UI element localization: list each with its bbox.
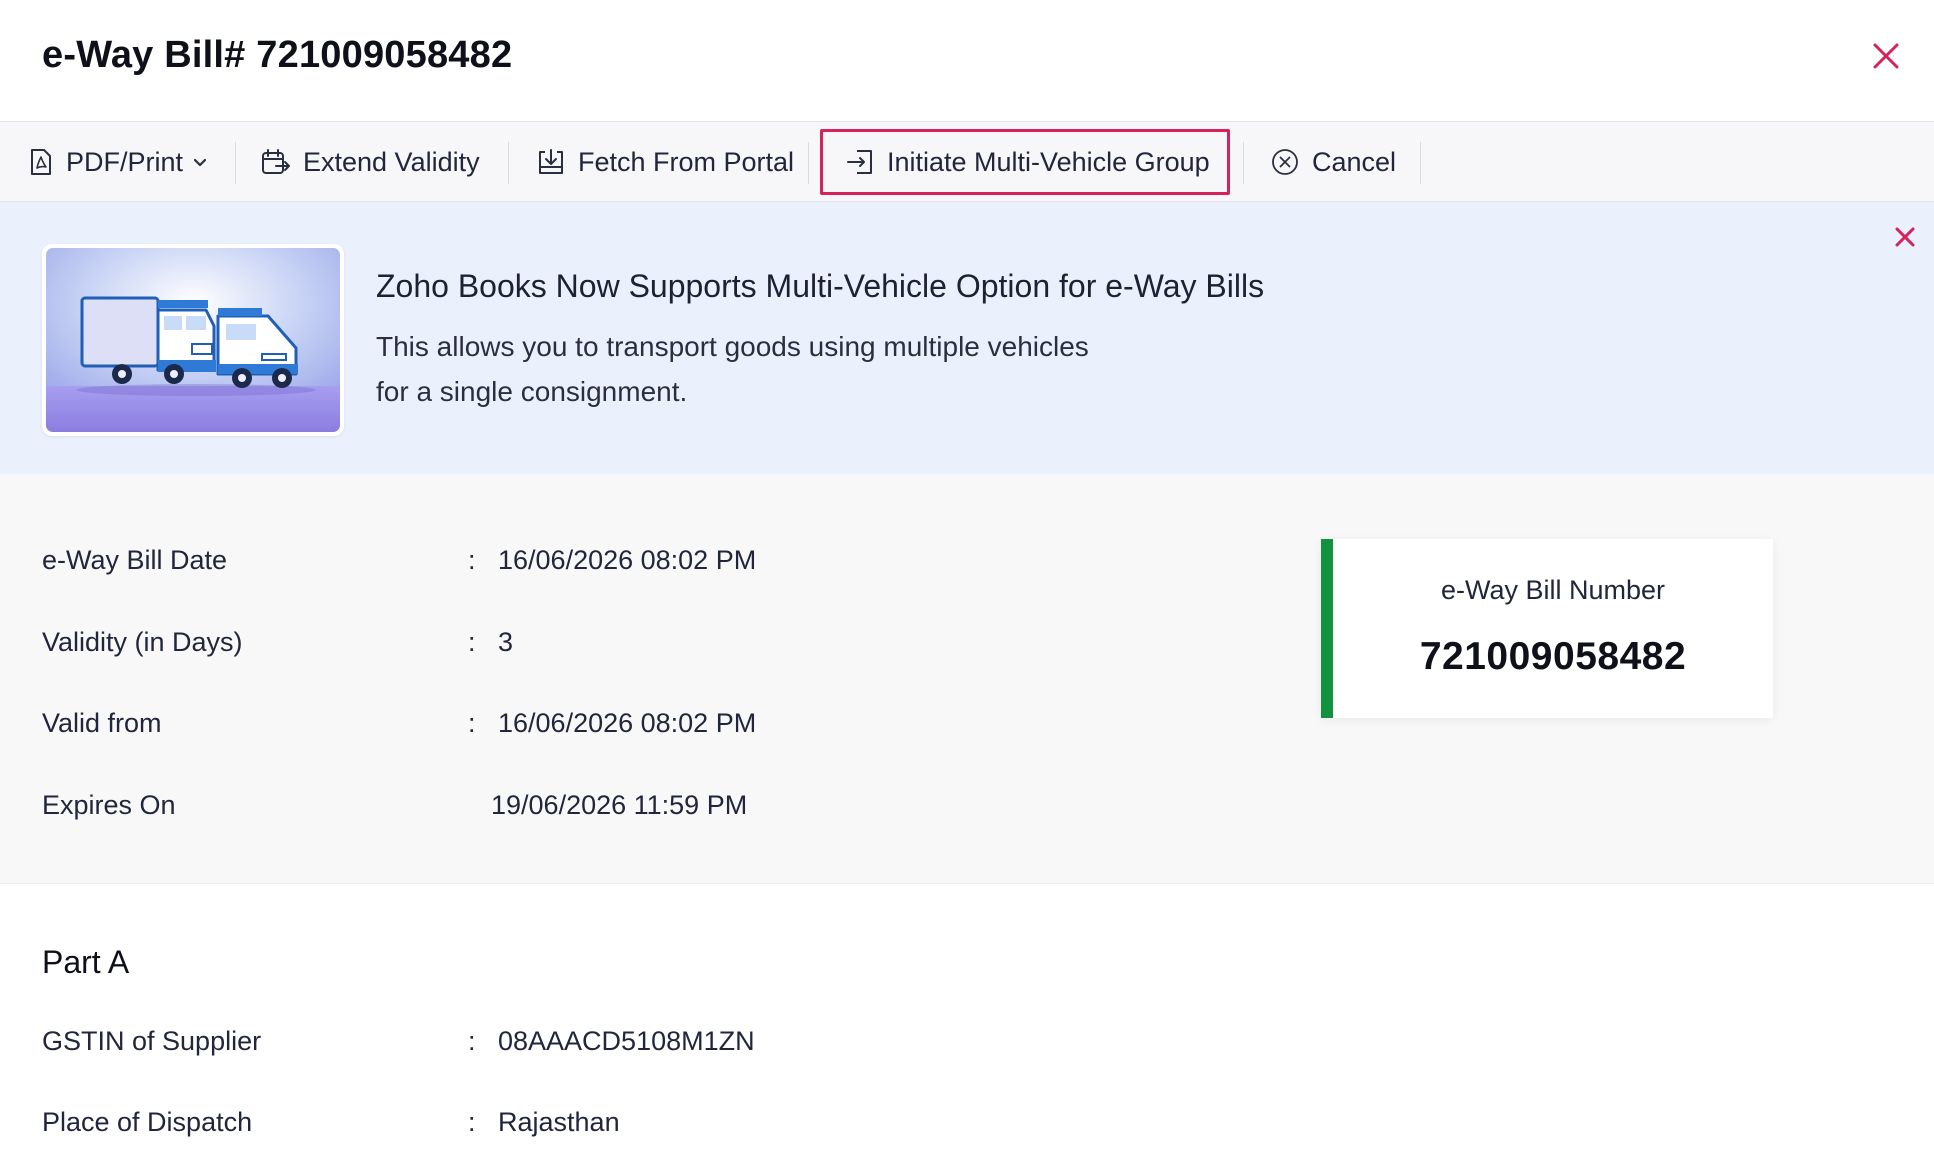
banner-desc-line: This allows you to transport goods using… (376, 331, 1089, 362)
toolbar-divider (1420, 142, 1421, 184)
detail-value: 3 (498, 627, 514, 657)
detail-label: GSTIN of Supplier (42, 1026, 262, 1056)
detail-separator: : (468, 627, 476, 657)
action-toolbar: PDF/Print Extend Validity Fetch From Por… (0, 122, 1934, 202)
banner-close-icon[interactable] (1888, 220, 1922, 254)
calendar-extend-icon (262, 149, 290, 174)
detail-separator: : (468, 1026, 476, 1056)
toolbar-divider (508, 142, 509, 184)
eway-bill-number-card: e-Way Bill Number 721009058482 (1321, 539, 1773, 718)
detail-value: 16/06/2026 08:02 PM (498, 708, 757, 738)
banner-description: This allows you to transport goods using… (376, 324, 1176, 414)
feature-banner: Zoho Books Now Supports Multi-Vehicle Op… (0, 202, 1934, 474)
detail-value: Rajasthan (498, 1107, 620, 1137)
detail-label: Place of Dispatch (42, 1107, 253, 1137)
cancel-circle-icon (1272, 149, 1298, 175)
fetch-from-portal-button[interactable]: Fetch From Portal (536, 122, 794, 202)
banner-title: Zoho Books Now Supports Multi-Vehicle Op… (376, 268, 1265, 304)
pdf-print-label: PDF/Print (66, 146, 184, 177)
detail-label: Validity (in Days) (42, 627, 243, 657)
detail-value: 08AAACD5108M1ZN (498, 1026, 755, 1056)
detail-label: Valid from (42, 708, 162, 738)
toolbar-divider (808, 142, 809, 184)
section-title-part-a: Part A (42, 944, 130, 980)
cancel-label: Cancel (1312, 146, 1397, 177)
page-title: e-Way Bill# 721009058482 (42, 34, 513, 76)
detail-separator: : (468, 1107, 476, 1137)
download-tray-icon (539, 149, 563, 174)
cancel-button[interactable]: Cancel (1270, 122, 1396, 202)
detail-separator: : (468, 708, 476, 738)
banner-desc-line: for a single consignment. (376, 376, 688, 407)
detail-value: 19/06/2026 11:59 PM (491, 790, 748, 820)
chevron-down-icon (193, 158, 207, 167)
detail-separator: : (468, 545, 476, 575)
panel-header: e-Way Bill# 721009058482 (0, 0, 1934, 122)
close-icon[interactable] (1864, 34, 1908, 78)
initiate-multi-vehicle-label: Initiate Multi-Vehicle Group (887, 146, 1210, 177)
detail-label: Expires On (42, 790, 176, 820)
trucks-illustration (42, 244, 344, 436)
detail-value: 16/06/2026 08:02 PM (498, 545, 757, 575)
toolbar-divider (235, 142, 236, 184)
sign-in-icon (847, 150, 872, 174)
detail-label: e-Way Bill Date (42, 545, 228, 575)
fetch-from-portal-label: Fetch From Portal (578, 146, 795, 177)
extend-validity-button[interactable]: Extend Validity (261, 122, 480, 202)
extend-validity-label: Extend Validity (303, 146, 480, 177)
pdf-icon (31, 149, 51, 175)
card-number: 721009058482 (1419, 635, 1687, 678)
pdf-print-button[interactable]: PDF/Print (28, 122, 209, 202)
card-label: e-Way Bill Number (1440, 575, 1666, 605)
initiate-multi-vehicle-button[interactable]: Initiate Multi-Vehicle Group (845, 122, 1210, 202)
toolbar-divider (1243, 142, 1244, 184)
